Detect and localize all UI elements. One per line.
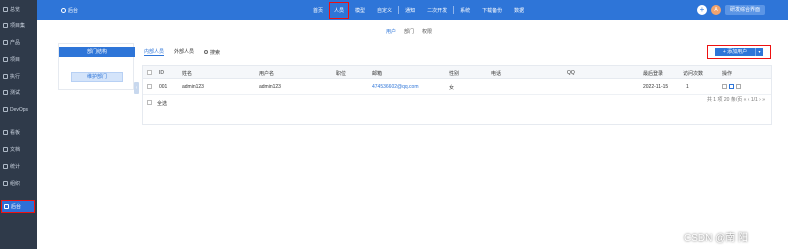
project-icon (3, 57, 8, 62)
sidebar-item-kanban[interactable]: 看板 (1, 126, 35, 139)
admin-logo-icon (61, 8, 66, 13)
nav-system[interactable]: 系统 (454, 7, 476, 14)
nav-home[interactable]: 首页 (307, 7, 329, 14)
nav-data[interactable]: 数据 (508, 7, 530, 14)
sidebar-item-doc[interactable]: 文档 (1, 143, 35, 156)
user-table: ID 姓名 用户名 职位 邮箱 性别 电话 QQ 最后登录 访问次数 操作 00… (142, 65, 772, 125)
lock-icon[interactable] (722, 84, 727, 89)
select-all-checkbox-header[interactable] (147, 70, 152, 75)
user-type-tabs: 内部人员 外部人员 搜索 (144, 48, 220, 56)
admin-subtabs: 用户 部门 权限 (386, 28, 432, 35)
row-checkbox[interactable] (147, 84, 152, 89)
select-all-label[interactable]: 全选 (157, 100, 167, 107)
sidebar-item-execution[interactable]: 执行 (1, 70, 35, 83)
col-position[interactable]: 职位 (336, 70, 346, 77)
tab-permissions[interactable]: 权限 (422, 28, 432, 35)
add-user-button[interactable]: + 添加用户 (715, 48, 755, 56)
grid-icon (3, 7, 8, 12)
cell-username: admin123 (259, 84, 281, 90)
cell-id: 001 (159, 84, 168, 90)
top-navbar: 后台 首页 人员 模型 自定义 通知 二次开发 系统 下载备份 数据 + A 研… (37, 0, 788, 20)
sidebar-item-overview[interactable]: 总览 (1, 3, 35, 16)
sidebar-item-devops[interactable]: DevOps (1, 103, 35, 116)
nav-model[interactable]: 模型 (349, 7, 371, 14)
department-structure-title[interactable]: 部门结构 (59, 47, 135, 57)
tab-departments[interactable]: 部门 (404, 28, 414, 35)
infinity-icon (3, 107, 8, 112)
maintain-department-button[interactable]: 维护部门 (71, 72, 123, 82)
col-id[interactable]: ID (159, 70, 164, 76)
nav-backup[interactable]: 下载备份 (476, 7, 508, 14)
top-nav: 首页 人员 模型 自定义 通知 二次开发 系统 下载备份 数据 (307, 0, 530, 20)
sidebar-item-test[interactable]: 测试 (1, 86, 35, 99)
add-user-highlight: + 添加用户 ▾ (707, 45, 771, 59)
table-header: ID 姓名 用户名 职位 邮箱 性别 电话 QQ 最后登录 访问次数 操作 (143, 66, 771, 79)
box-icon (3, 40, 8, 45)
cell-last-login: 2022-11-15 (643, 84, 669, 90)
sidebar-item-org[interactable]: 组织 (1, 177, 35, 190)
csdn-watermark: CSDN @南 阳 (684, 233, 749, 244)
chevron-down-icon[interactable]: ▾ (755, 48, 763, 56)
tab-internal-users[interactable]: 内部人员 (144, 48, 165, 56)
collapse-panel-handle[interactable]: ‹ (134, 82, 139, 94)
sidebar-item-admin[interactable]: 后台 (1, 200, 35, 213)
sidebar-item-product[interactable]: 产品 (1, 36, 35, 49)
nav-people[interactable]: 人员 (329, 1, 350, 19)
col-email[interactable]: 邮箱 (372, 70, 382, 77)
nav-notify[interactable]: 通知 (399, 7, 421, 14)
col-gender[interactable]: 性别 (449, 70, 459, 77)
col-qq[interactable]: QQ (567, 70, 575, 76)
table-footer: 全选 (143, 96, 771, 108)
col-last-login[interactable]: 最后登录 (643, 70, 663, 77)
search-button[interactable]: 搜索 (204, 48, 220, 56)
sidebar-item-program[interactable]: 项目集 (1, 19, 35, 32)
folder-icon (3, 23, 8, 28)
col-visits[interactable]: 访问次数 (683, 70, 703, 77)
kanban-icon (3, 130, 8, 135)
brand: 后台 (61, 7, 78, 14)
delete-icon[interactable] (736, 84, 741, 89)
nav-custom[interactable]: 自定义 (371, 7, 398, 14)
tab-users[interactable]: 用户 (386, 28, 396, 35)
create-plus-icon[interactable]: + (697, 5, 707, 15)
run-icon (3, 74, 8, 79)
settings-icon (4, 204, 9, 209)
select-all-checkbox[interactable] (147, 100, 152, 105)
row-actions (722, 84, 743, 91)
sidebar: 总览 项目集 产品 项目 执行 测试 DevOps 看板 文档 统计 组织 后台 (0, 0, 37, 249)
cell-name: admin123 (182, 84, 204, 90)
col-phone[interactable]: 电话 (491, 70, 501, 77)
doc-icon (3, 147, 8, 152)
bug-icon (3, 90, 8, 95)
col-name[interactable]: 姓名 (182, 70, 192, 77)
avatar[interactable]: A (711, 5, 721, 15)
sidebar-item-project[interactable]: 项目 (1, 53, 35, 66)
pagination[interactable]: 共 1 项 20 条/页 « ‹ 1/1 › » (707, 96, 765, 103)
department-panel: 部门结构 维护部门 (58, 43, 135, 90)
nav-dev[interactable]: 二次开发 (421, 7, 453, 14)
sidebar-item-stats[interactable]: 统计 (1, 160, 35, 173)
col-username[interactable]: 用户名 (259, 70, 274, 77)
search-icon (204, 50, 209, 54)
tab-external-users[interactable]: 外部人员 (174, 48, 194, 56)
cell-email[interactable]: 474536602@qq.com (372, 84, 419, 90)
cell-visits: 1 (686, 84, 689, 90)
chart-icon (3, 164, 8, 169)
col-actions: 操作 (722, 71, 733, 77)
org-switch-button[interactable]: 研发综合界面 (725, 5, 765, 15)
org-icon (3, 181, 8, 186)
table-row[interactable]: 001 admin123 admin123 474536602@qq.com 女… (143, 80, 771, 95)
cell-gender: 女 (449, 85, 455, 91)
edit-icon[interactable] (729, 84, 734, 89)
